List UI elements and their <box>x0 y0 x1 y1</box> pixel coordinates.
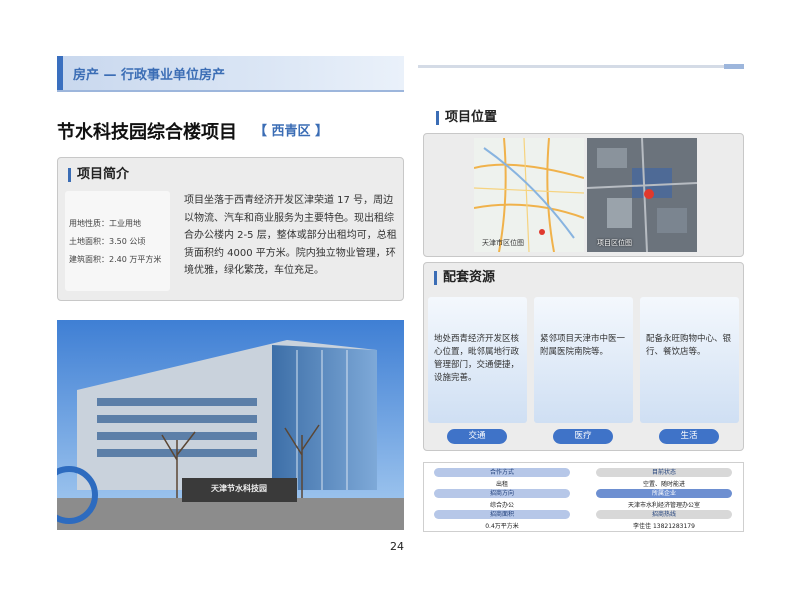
resource-card-life: 配备永旺购物中心、银行、餐饮店等。 <box>640 297 739 423</box>
direction-value: 综合办公 <box>489 502 514 509</box>
resources-heading: 配套资源 <box>434 271 495 285</box>
resource-card-transport: 地处西青经济开发区核心位置，毗邻属地行政管理部门，交通便捷，设施完善。 <box>428 297 527 423</box>
resource-text-medical: 紧邻项目天津市中医一附属医院南院等。 <box>540 334 626 357</box>
fact-building-area: 建筑面积：2.40 万平方米 <box>69 255 162 264</box>
resource-text-life: 配备永旺购物中心、银行、餐饮店等。 <box>646 334 732 357</box>
banner-divider <box>57 90 404 92</box>
building-photo: 天津节水科技园 <box>57 320 404 530</box>
fact-land-area: 土地面积：3.50 公顷 <box>69 237 146 246</box>
gate-sign-text: 天津节水科技园 <box>211 484 267 493</box>
status-value: 空置、随时能进 <box>642 481 685 488</box>
satellite-map: 项目区位图 <box>587 138 697 252</box>
intro-heading: 项目简介 <box>68 168 129 182</box>
owner-value: 天津市水利经济管理办公室 <box>627 502 700 509</box>
coop-value: 出租 <box>495 481 508 488</box>
coop-label: 合作方式 <box>434 468 570 477</box>
city-map-caption: 天津市区位图 <box>482 239 524 247</box>
district-tag: 【 西青区 】 <box>254 124 329 139</box>
direction-label: 招商方向 <box>434 489 570 498</box>
location-panel: 天津市区位图 项目区位图 <box>423 133 744 257</box>
fact-land-use: 用地性质：工业用地 <box>69 219 141 228</box>
resource-card-medical: 紧邻项目天津市中医一附属医院南院等。 <box>534 297 633 423</box>
intro-description: 项目坐落于西青经济开发区津荣道 17 号，周边以物流、汽车和商业服务为主要特色。… <box>184 195 397 276</box>
area-label: 招商面积 <box>434 510 570 519</box>
project-title: 节水科技园综合楼项目 <box>57 122 237 143</box>
satellite-map-caption: 项目区位图 <box>597 239 632 247</box>
leasing-info-table: 合作方式 出租 目前状态 空置、随时能进 招商方向 综合办公 所属企业 天津市水… <box>423 462 744 532</box>
category-banner: 房产 — 行政事业单位房产 <box>57 56 404 90</box>
top-rule-accent <box>724 64 744 69</box>
top-rule <box>418 65 744 68</box>
hotline-value: 李佳佳 13821283179 <box>633 523 695 530</box>
transport-tag: 交通 <box>447 429 507 444</box>
hotline-label: 招商热线 <box>596 510 732 519</box>
location-heading: 项目位置 <box>436 111 497 125</box>
category-label: 房产 — 行政事业单位房产 <box>73 68 226 83</box>
resource-text-transport: 地处西青经济开发区核心位置，毗邻属地行政管理部门，交通便捷，设施完善。 <box>434 334 520 383</box>
medical-tag: 医疗 <box>553 429 613 444</box>
resources-panel: 配套资源 地处西青经济开发区核心位置，毗邻属地行政管理部门，交通便捷，设施完善。… <box>423 262 744 451</box>
area-value: 0.4万平方米 <box>485 523 519 530</box>
status-label: 目前状态 <box>596 468 732 477</box>
facts-box: 用地性质：工业用地 土地面积：3.50 公顷 建筑面积：2.40 万平方米 <box>65 191 170 291</box>
page-number: 24 <box>390 540 404 553</box>
city-map: 天津市区位图 <box>474 138 584 252</box>
owner-label: 所属企业 <box>596 489 732 498</box>
life-tag: 生活 <box>659 429 719 444</box>
